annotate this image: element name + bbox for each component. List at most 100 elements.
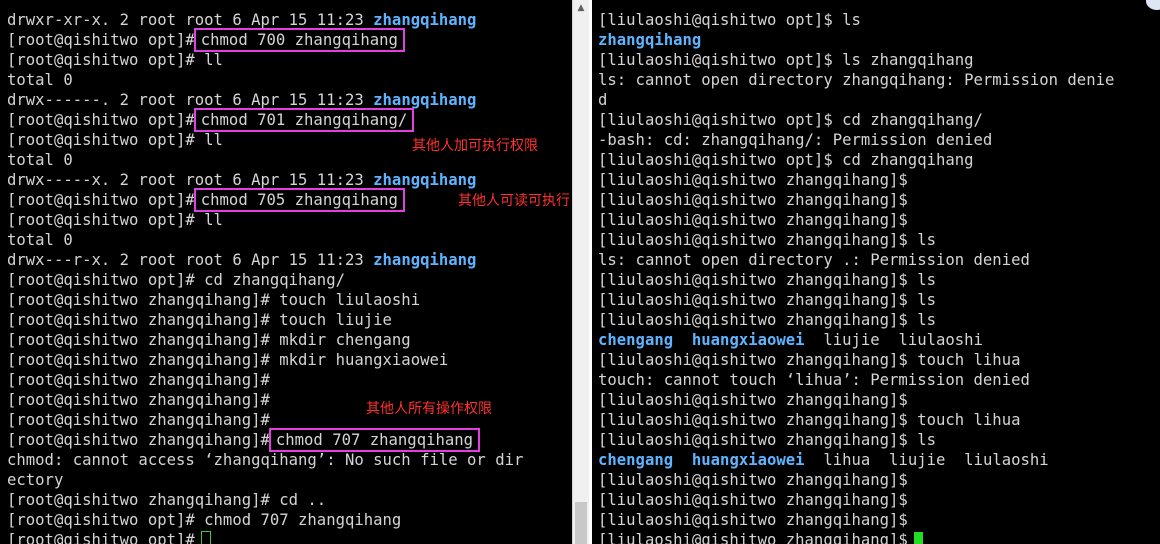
terminal-line: [liulaoshi@qishitwo zhangqihang]$ <box>598 510 1114 530</box>
terminal-line: [root@qishitwo zhangqihang]# touch liula… <box>7 290 523 310</box>
terminal-line: [liulaoshi@qishitwo zhangqihang]$ ls <box>598 270 1114 290</box>
line-text: [root@qishitwo opt]# ll <box>7 131 223 149</box>
line-text: chmod: cannot access ‘zhangqihang’: No s… <box>7 451 524 469</box>
terminal-line: [liulaoshi@qishitwo zhangqihang]$ <box>598 490 1114 510</box>
terminal-line: drwx-----x. 2 root root 6 Apr 15 11:23 z… <box>7 170 523 190</box>
terminal-line: total 0 <box>7 70 523 90</box>
line-text: ls: cannot open directory .: Permission … <box>598 251 1030 269</box>
terminal-line: [root@qishitwo opt]# chmod 700 zhangqihan… <box>7 28 523 52</box>
terminal-line: drwxr-xr-x. 2 root root 6 Apr 15 11:23 z… <box>7 10 523 30</box>
directory-name: zhangqihang <box>373 91 477 109</box>
terminal-line: [root@qishitwo opt]# ll <box>7 50 523 70</box>
line-text: [root@qishitwo zhangqihang]# touch liula… <box>7 291 421 309</box>
right-terminal[interactable]: [liulaoshi@qishitwo opt]$ ls zhangqihang [… <box>592 0 1160 544</box>
line-text: ectory <box>7 471 64 489</box>
terminal-line: drwx---r-x. 2 root root 6 Apr 15 11:23 z… <box>7 250 523 270</box>
line-text <box>673 331 692 349</box>
terminal-line: [liulaoshi@qishitwo opt]$ ls zhangqihang <box>598 50 1114 70</box>
line-text: total 0 <box>7 231 73 249</box>
terminal-line: [root@qishitwo opt]# cd zhangqihang/ <box>7 270 523 290</box>
line-text: total 0 <box>7 71 73 89</box>
terminal-line: chengang huangxiaowei lihua liujie liula… <box>598 450 1114 470</box>
directory-name: zhangqihang <box>373 251 477 269</box>
line-text: drwx-----x. 2 root root 6 Apr 15 11:23 <box>7 171 374 189</box>
line-text: [liulaoshi@qishitwo opt]$ ls <box>598 11 861 29</box>
line-text: [root@qishitwo zhangqihang]# touch liuji… <box>7 311 392 329</box>
terminal-line: [root@qishitwo opt]# chmod 701 zhangqihan… <box>7 108 523 132</box>
line-text: [liulaoshi@qishitwo zhangqihang]$ <box>598 471 908 489</box>
line-text: [liulaoshi@qishitwo zhangqihang]$ ls <box>598 291 936 309</box>
terminal-line: [root@qishitwo zhangqihang]# <box>7 370 523 390</box>
terminal-line: touch: cannot touch ‘lihua’: Permission … <box>598 370 1114 390</box>
line-text: touch: cannot touch ‘lihua’: Permission … <box>598 371 1030 389</box>
terminal-line: [liulaoshi@qishitwo zhangqihang]$ <box>598 190 1114 210</box>
directory-name: huangxiaowei <box>691 331 805 349</box>
line-text: [liulaoshi@qishitwo zhangqihang]$ touch … <box>598 351 1021 369</box>
directory-name: huangxiaowei <box>691 451 805 469</box>
line-text: drwxr-xr-x. 2 root root 6 Apr 15 11:23 <box>7 11 374 29</box>
scroll-up-arrow-icon[interactable]: ▲ <box>573 0 589 17</box>
line-text: [root@qishitwo zhangqihang]# <box>7 411 270 429</box>
line-text: [root@qishitwo zhangqihang]# <box>7 391 270 409</box>
left-terminal-output: drwxr-xr-x. 2 root root 6 Apr 15 11:23 z… <box>7 10 523 544</box>
line-text: [liulaoshi@qishitwo opt]$ ls zhangqihang <box>598 51 974 69</box>
terminal-line: [root@qishitwo opt]# chmod 707 zhangqiha… <box>7 510 523 530</box>
annotation-all-permissions: 其他人所有操作权限 <box>366 401 492 417</box>
line-text: [root@qishitwo opt]# chmod 707 zhangqiha… <box>7 511 402 529</box>
line-text: [root@qishitwo zhangqihang]# cd .. <box>7 491 327 509</box>
highlighted-command: chmod 700 zhangqihang <box>193 28 405 52</box>
terminal-line: -bash: cd: zhangqihang/: Permission deni… <box>598 130 1114 150</box>
line-text: [root@qishitwo zhangqihang]# <box>7 431 270 449</box>
line-text: drwx------. 2 root root 6 Apr 15 11:23 <box>7 91 374 109</box>
window-corner-icon <box>1146 0 1160 10</box>
line-text: [root@qishitwo zhangqihang]# mkdir huang… <box>7 351 449 369</box>
terminal-line: [root@qishitwo opt]# ll <box>7 210 523 230</box>
annotation-execute: 其他人加可执行权限 <box>412 138 538 154</box>
terminal-line: zhangqihang <box>598 30 1114 50</box>
line-text: [root@qishitwo opt]# ll <box>7 211 223 229</box>
scroll-thumb[interactable] <box>575 502 587 544</box>
line-text: [liulaoshi@qishitwo zhangqihang]$ <box>598 171 908 189</box>
terminal-line: [liulaoshi@qishitwo zhangqihang]$ touch … <box>598 350 1114 370</box>
terminal-line: [root@qishitwo zhangqihang]# mkdir cheng… <box>7 330 523 350</box>
line-text: [root@qishitwo opt]# ll <box>7 51 223 69</box>
terminal-line: [liulaoshi@qishitwo zhangqihang]$ ls <box>598 430 1114 450</box>
left-terminal-scrollbar[interactable]: ▲ <box>572 0 589 544</box>
line-text: [liulaoshi@qishitwo zhangqihang]$ <box>598 211 908 229</box>
line-text: drwx---r-x. 2 root root 6 Apr 15 11:23 <box>7 251 374 269</box>
directory-name: chengang <box>598 331 674 349</box>
terminal-line: [root@qishitwo opt]# chmod 705 zhangqihan… <box>7 188 523 212</box>
terminal-cursor <box>913 532 923 544</box>
line-text: [root@qishitwo opt]# <box>7 111 195 129</box>
terminal-line: [liulaoshi@qishitwo zhangqihang]$ <box>598 470 1114 490</box>
line-text: [liulaoshi@qishitwo opt]$ cd zhangqihang <box>598 151 974 169</box>
terminal-line: [root@qishitwo zhangqihang]# touch liuji… <box>7 310 523 330</box>
left-terminal[interactable]: drwxr-xr-x. 2 root root 6 Apr 15 11:23 z… <box>0 0 572 544</box>
line-text: [liulaoshi@qishitwo opt]$ cd zhangqihang… <box>598 111 983 129</box>
line-text: [root@qishitwo opt]# <box>7 31 195 49</box>
line-text: total 0 <box>7 151 73 169</box>
line-text: liujie liulaoshi <box>804 331 983 349</box>
line-text: lihua liujie liulaoshi <box>804 451 1049 469</box>
terminal-line: [liulaoshi@qishitwo zhangqihang]$ ls <box>598 310 1114 330</box>
line-text: -bash: cd: zhangqihang/: Permission deni… <box>598 131 993 149</box>
terminal-line: chengang huangxiaowei liujie liulaoshi <box>598 330 1114 350</box>
line-text: [root@qishitwo opt]# cd zhangqihang/ <box>7 271 345 289</box>
directory-name: zhangqihang <box>373 11 477 29</box>
terminal-line: [liulaoshi@qishitwo zhangqihang]$ <box>598 390 1114 410</box>
highlighted-command: chmod 705 zhangqihang <box>193 188 405 212</box>
terminal-line: [liulaoshi@qishitwo opt]$ cd zhangqihang… <box>598 110 1114 130</box>
line-text: [liulaoshi@qishitwo zhangqihang]$ touch … <box>598 411 1021 429</box>
highlighted-command: chmod 707 zhangqihang <box>268 428 481 452</box>
terminal-line: [liulaoshi@qishitwo zhangqihang]$ <box>598 530 1114 544</box>
directory-name: chengang <box>598 451 674 469</box>
directory-name: zhangqihang <box>598 31 702 49</box>
line-text: [root@qishitwo opt]# <box>7 531 195 544</box>
line-text: [liulaoshi@qishitwo zhangqihang]$ ls <box>598 311 936 329</box>
directory-name: zhangqihang <box>373 171 477 189</box>
annotation-read-execute: 其他人可读可执行 <box>458 193 570 209</box>
terminal-line: [root@qishitwo zhangqihang]# mkdir huang… <box>7 350 523 370</box>
terminal-line: [root@qishitwo opt]# <box>7 530 523 544</box>
terminal-line: [liulaoshi@qishitwo zhangqihang]$ ls <box>598 230 1114 250</box>
line-text: [liulaoshi@qishitwo zhangqihang]$ <box>598 191 908 209</box>
